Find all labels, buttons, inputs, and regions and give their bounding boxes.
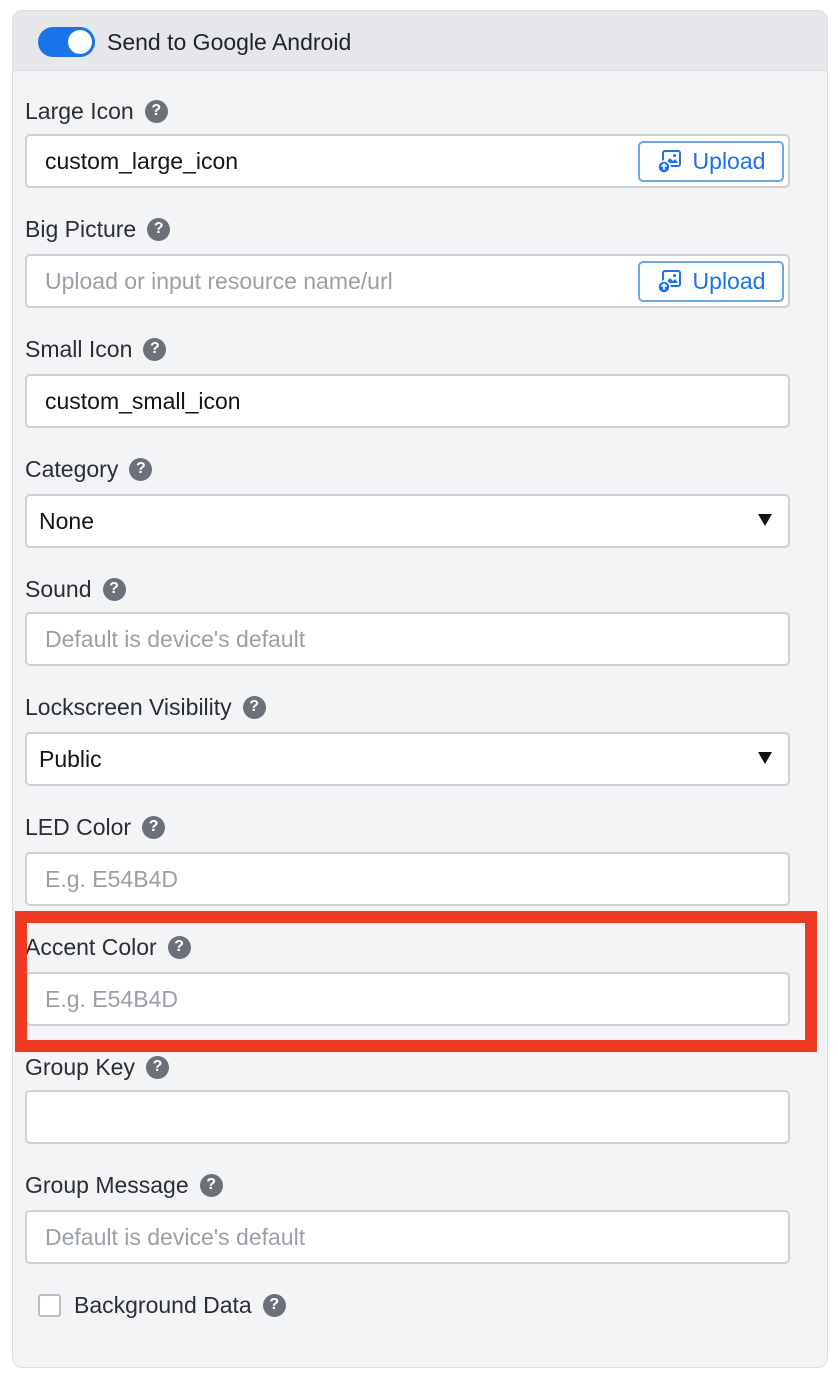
background-data-label: Background Data — [74, 1291, 252, 1318]
sound-input[interactable]: Default is device's default — [25, 612, 790, 666]
help-icon[interactable]: ? — [145, 1055, 169, 1079]
image-upload-icon — [656, 269, 683, 295]
upload-button-label: Upload — [692, 268, 766, 294]
group-message-label-row: Group Message ? — [25, 1170, 223, 1200]
large-icon-upload-button[interactable]: Upload — [638, 141, 784, 182]
help-icon[interactable]: ? — [147, 217, 171, 241]
group-key-label: Group Key — [25, 1053, 135, 1080]
led-color-label: LED Color — [25, 813, 132, 840]
group-message-input[interactable]: Default is device's default — [25, 1210, 790, 1264]
category-selected-value: None — [39, 507, 94, 534]
group-message-placeholder: Default is device's default — [45, 1223, 306, 1250]
led-color-input[interactable]: E.g. E54B4D — [25, 852, 790, 906]
big-picture-label: Big Picture — [25, 215, 137, 242]
led-color-placeholder: E.g. E54B4D — [45, 865, 178, 892]
help-icon[interactable]: ? — [199, 1173, 223, 1197]
small-icon-label-row: Small Icon ? — [25, 334, 167, 364]
send-to-android-toggle[interactable] — [38, 27, 95, 57]
sound-placeholder: Default is device's default — [45, 625, 306, 652]
small-icon-label: Small Icon — [25, 335, 133, 362]
help-icon[interactable]: ? — [262, 1293, 286, 1317]
toggle-knob — [68, 30, 92, 54]
help-icon[interactable]: ? — [143, 337, 167, 361]
caret-down-icon — [758, 514, 772, 526]
background-data-label-row: Background Data ? — [74, 1290, 286, 1320]
help-icon[interactable]: ? — [129, 457, 153, 481]
panel-header: Send to Google Android — [13, 11, 827, 71]
highlight-box — [15, 911, 817, 1052]
small-icon-input[interactable]: custom_small_icon — [25, 374, 790, 428]
large-icon-label-row: Large Icon ? — [25, 96, 168, 126]
category-label: Category — [25, 455, 119, 482]
lockscreen-visibility-select[interactable]: Public — [25, 732, 790, 786]
image-upload-icon — [656, 149, 683, 175]
large-icon-value: custom_large_icon — [45, 147, 239, 174]
big-picture-input[interactable]: Upload or input resource name/url Upload — [25, 254, 790, 308]
help-icon[interactable]: ? — [142, 815, 166, 839]
big-picture-upload-button[interactable]: Upload — [638, 261, 784, 302]
large-icon-label: Large Icon — [25, 97, 134, 124]
group-key-input[interactable] — [25, 1090, 790, 1144]
background-data-checkbox[interactable] — [38, 1294, 61, 1317]
sound-label-row: Sound ? — [25, 574, 126, 604]
lockscreen-visibility-selected-value: Public — [39, 745, 102, 772]
group-message-label: Group Message — [25, 1171, 189, 1198]
category-select[interactable]: None — [25, 494, 790, 548]
group-key-label-row: Group Key ? — [25, 1052, 169, 1082]
help-icon[interactable]: ? — [242, 695, 266, 719]
large-icon-input[interactable]: custom_large_icon Upload — [25, 134, 790, 188]
small-icon-value: custom_small_icon — [45, 387, 241, 414]
panel-title: Send to Google Android — [107, 29, 352, 55]
help-icon[interactable]: ? — [144, 99, 168, 123]
category-label-row: Category ? — [25, 454, 153, 484]
upload-button-label: Upload — [692, 148, 766, 174]
help-icon[interactable]: ? — [102, 577, 126, 601]
lockscreen-visibility-label: Lockscreen Visibility — [25, 693, 232, 720]
lockscreen-visibility-label-row: Lockscreen Visibility ? — [25, 692, 266, 722]
sound-label: Sound — [25, 575, 92, 602]
big-picture-label-row: Big Picture ? — [25, 214, 171, 244]
big-picture-placeholder: Upload or input resource name/url — [45, 267, 393, 294]
led-color-label-row: LED Color ? — [25, 812, 166, 842]
caret-down-icon — [758, 752, 772, 764]
